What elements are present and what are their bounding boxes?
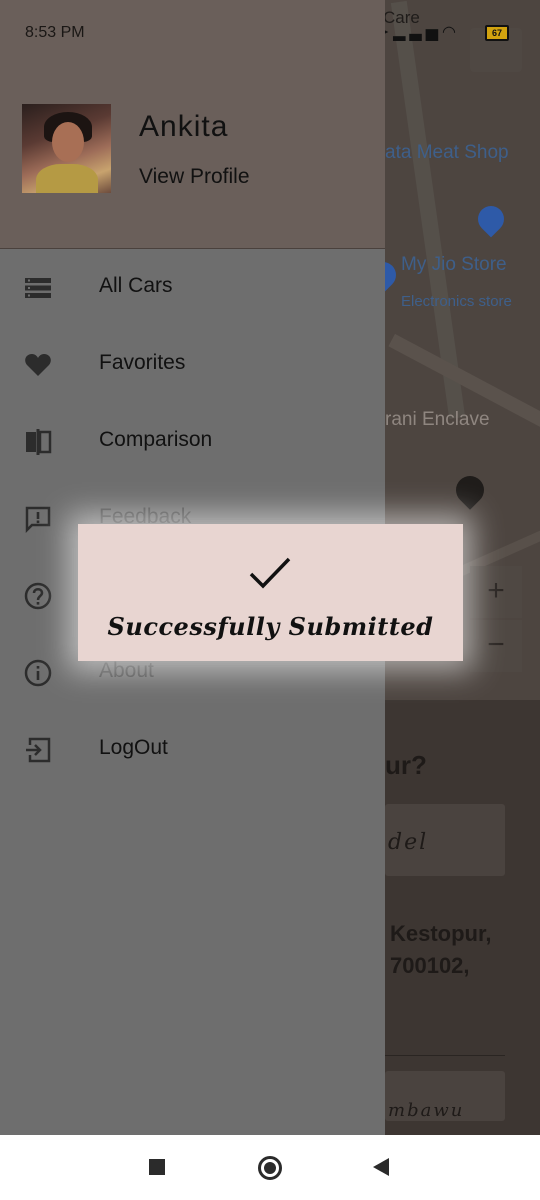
heart-icon	[25, 354, 51, 376]
menu-item-favorites[interactable]: Favorites	[0, 329, 385, 399]
battery-icon: 67	[485, 25, 509, 41]
avatar-face	[52, 122, 84, 162]
status-icons: ➤▂▃▅◠	[376, 22, 460, 42]
screen: ata Meat Shop My Jio Store Electronics s…	[0, 0, 540, 1135]
signal-icon: ▂▃▅	[393, 24, 443, 41]
compare-icon	[26, 429, 52, 455]
list-icon	[25, 278, 51, 298]
home-button[interactable]	[258, 1156, 282, 1180]
logout-icon	[26, 737, 51, 763]
help-icon	[24, 582, 52, 610]
menu-label: Comparison	[99, 428, 213, 451]
user-name: Ankita	[139, 110, 229, 143]
location-pin-icon[interactable]	[450, 470, 490, 510]
toast-message: Successfully Submitted	[107, 612, 434, 641]
menu-label: LogOut	[99, 736, 168, 759]
model-field-text: del	[388, 830, 429, 855]
info-icon	[24, 659, 52, 687]
view-profile-link[interactable]: View Profile	[139, 165, 250, 189]
menu-label: Favorites	[99, 351, 186, 374]
recent-apps-button[interactable]	[149, 1159, 165, 1175]
address-text: Kestopur, 700102,	[390, 918, 491, 982]
second-field-text: mbawu	[388, 1100, 465, 1121]
checkmark-icon	[249, 557, 291, 589]
map-label-category: Electronics store	[401, 293, 512, 310]
menu-item-comparison[interactable]: Comparison	[0, 406, 385, 476]
zoom-out-button[interactable]: −	[470, 620, 522, 672]
map-label-enclave: rani Enclave	[385, 409, 490, 430]
address-line: Kestopur,	[390, 921, 492, 946]
section-heading: ur?	[385, 750, 427, 780]
success-toast: Successfully Submitted	[78, 524, 463, 661]
menu-item-all-cars[interactable]: All Cars	[0, 252, 385, 322]
menu-label: About	[99, 659, 154, 682]
map-label-jio-store[interactable]: My Jio Store	[401, 254, 507, 276]
status-time: 8:53 PM	[25, 24, 85, 41]
avatar[interactable]	[22, 104, 111, 193]
store-pin-icon[interactable]	[472, 200, 510, 238]
menu-label: All Cars	[99, 274, 173, 297]
back-button[interactable]	[373, 1158, 389, 1176]
zoom-in-button[interactable]: +	[470, 566, 522, 618]
map-label-meat-shop[interactable]: ata Meat Shop	[385, 142, 509, 164]
address-line: 700102,	[390, 953, 470, 978]
menu-item-logout[interactable]: LogOut	[0, 714, 385, 784]
divider	[385, 1055, 505, 1056]
wifi-icon: ◠	[442, 24, 460, 41]
avatar-shirt	[36, 164, 98, 193]
feedback-icon	[25, 506, 51, 533]
drawer-header: 8:53 PM Ankita View Profile	[0, 0, 385, 249]
